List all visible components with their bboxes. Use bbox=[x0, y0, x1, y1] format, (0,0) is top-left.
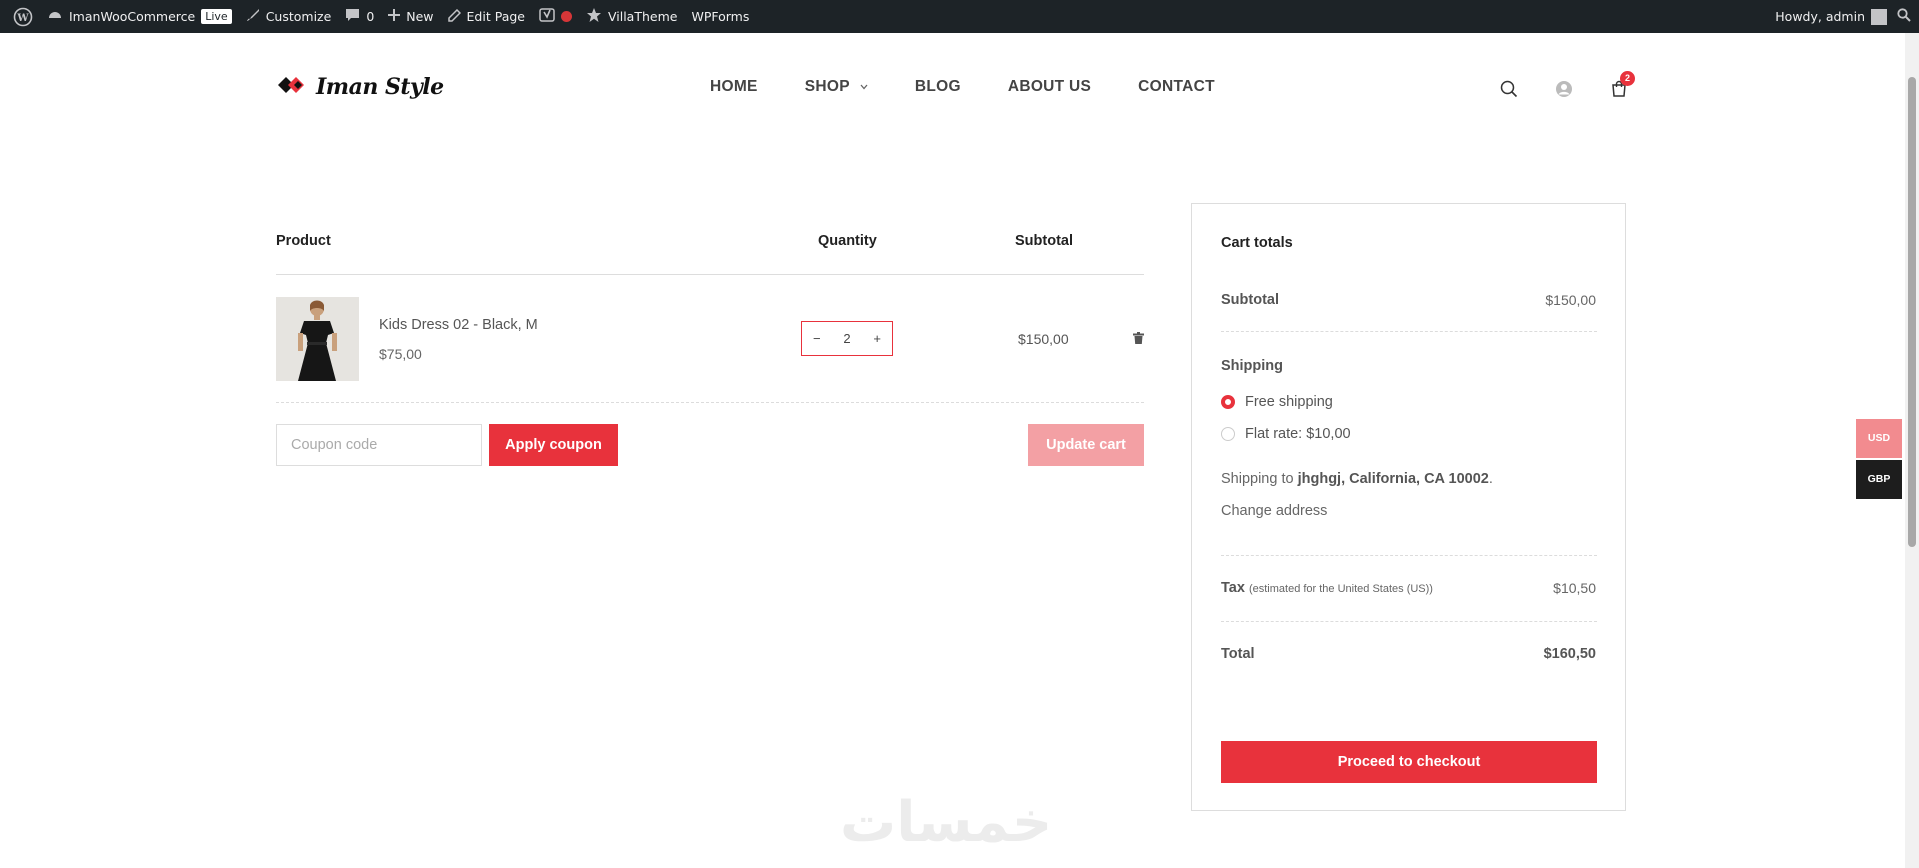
tax-note: (estimated for the United States (US)) bbox=[1248, 583, 1433, 595]
total-label: Total bbox=[1221, 646, 1255, 662]
apply-coupon-button[interactable]: Apply coupon bbox=[489, 424, 618, 466]
product-name-link[interactable]: Kids Dress 02 - Black, M bbox=[379, 317, 538, 333]
header-icons: 2 bbox=[1500, 71, 1635, 103]
mini-cart[interactable]: 2 bbox=[1610, 71, 1635, 103]
site-name-link[interactable]: ImanWooCommerce Live bbox=[40, 0, 239, 33]
admin-avatar bbox=[1871, 8, 1887, 25]
customize-link[interactable]: Customize bbox=[239, 0, 339, 33]
account-menu[interactable]: Howdy, admin bbox=[1775, 0, 1887, 33]
edit-page-label: Edit Page bbox=[466, 9, 525, 24]
seo-status-dot bbox=[560, 11, 572, 22]
shipping-to-suffix: . bbox=[1488, 471, 1493, 487]
cart-totals-title: Cart totals bbox=[1221, 235, 1293, 251]
free-shipping-label: Free shipping bbox=[1245, 394, 1333, 410]
column-header-quantity: Quantity bbox=[818, 233, 877, 249]
new-content-link[interactable]: New bbox=[381, 0, 440, 33]
search-icon[interactable] bbox=[1500, 80, 1518, 103]
live-badge: Live bbox=[201, 9, 232, 24]
nav-item-contact[interactable]: CONTACT bbox=[1138, 78, 1215, 96]
column-header-subtotal: Subtotal bbox=[1015, 233, 1073, 249]
tax-value: $10,50 bbox=[1553, 580, 1596, 596]
nav-item-about[interactable]: ABOUT US bbox=[1008, 78, 1091, 96]
account-icon[interactable] bbox=[1555, 80, 1573, 103]
main-navigation: HOME SHOP BLOG ABOUT US CONTACT bbox=[710, 78, 1215, 96]
quantity-stepper: − 2 + bbox=[801, 321, 893, 356]
shipping-option-free[interactable]: Free shipping bbox=[1221, 394, 1333, 410]
currency-gbp-button[interactable]: GBP bbox=[1856, 460, 1902, 499]
update-cart-button[interactable]: Update cart bbox=[1028, 424, 1144, 466]
shopping-bag-icon bbox=[1610, 80, 1628, 102]
wpforms-link[interactable]: WPForms bbox=[684, 0, 756, 33]
edit-page-link[interactable]: Edit Page bbox=[441, 0, 532, 33]
quantity-value[interactable]: 2 bbox=[843, 331, 850, 346]
site-name: ImanWooCommerce bbox=[69, 9, 196, 24]
totals-divider bbox=[1221, 621, 1597, 622]
khamsat-watermark: خمسات bbox=[840, 790, 1052, 855]
customize-label: Customize bbox=[265, 9, 332, 24]
comments-count: 0 bbox=[366, 9, 375, 24]
yoast-icon bbox=[539, 7, 555, 26]
comments-link[interactable]: 0 bbox=[338, 0, 381, 33]
howdy-label: Howdy, admin bbox=[1775, 9, 1865, 24]
yoast-menu[interactable] bbox=[532, 0, 579, 33]
wpforms-label: WPForms bbox=[691, 9, 750, 24]
shipping-option-flat[interactable]: Flat rate: $10,00 bbox=[1221, 426, 1351, 442]
tax-label: Tax bbox=[1221, 580, 1245, 596]
quantity-decrease-button[interactable]: − bbox=[813, 331, 821, 346]
admin-search-icon[interactable] bbox=[1897, 8, 1911, 25]
tax-label-group: Tax (estimated for the United States (US… bbox=[1221, 580, 1433, 596]
flat-rate-label: Flat rate: $10,00 bbox=[1245, 426, 1351, 442]
nav-item-home[interactable]: HOME bbox=[710, 78, 758, 96]
totals-divider bbox=[1221, 331, 1597, 332]
column-header-product: Product bbox=[276, 233, 331, 249]
remove-item-trash-icon[interactable] bbox=[1133, 331, 1144, 349]
totals-subtotal-value: $150,00 bbox=[1545, 292, 1596, 308]
svg-text:W: W bbox=[16, 13, 29, 24]
star-icon bbox=[586, 7, 602, 26]
nav-item-shop-label: SHOP bbox=[804, 78, 850, 95]
coupon-code-input[interactable] bbox=[276, 424, 482, 466]
villatheme-link[interactable]: VillaTheme bbox=[579, 0, 684, 33]
pencil-icon bbox=[447, 8, 461, 25]
radio-flat-rate[interactable] bbox=[1221, 427, 1235, 441]
wordpress-logo-icon[interactable]: W bbox=[6, 0, 40, 33]
shipping-destination: Shipping to jhghgj, California, CA 10002… bbox=[1221, 471, 1493, 487]
nav-item-shop[interactable]: SHOP bbox=[805, 78, 868, 96]
currency-usd-button[interactable]: USD bbox=[1856, 419, 1902, 458]
plus-icon bbox=[388, 9, 401, 24]
dashboard-icon bbox=[47, 7, 63, 26]
logo-text: Iman Style bbox=[316, 74, 444, 100]
shipping-to-address: jhghgj, California, CA 10002 bbox=[1297, 471, 1489, 487]
product-price: $75,00 bbox=[379, 346, 422, 362]
shipping-label: Shipping bbox=[1221, 358, 1284, 374]
admin-bar: W ImanWooCommerce Live Customize 0 New E… bbox=[0, 0, 1919, 33]
scrollbar-thumb[interactable] bbox=[1908, 77, 1916, 547]
shipping-to-prefix: Shipping to bbox=[1221, 471, 1294, 487]
item-row-divider bbox=[276, 402, 1144, 403]
villatheme-label: VillaTheme bbox=[607, 9, 678, 24]
site-logo[interactable]: Iman Style bbox=[276, 74, 444, 100]
page-scrollbar[interactable] bbox=[1905, 33, 1919, 868]
totals-subtotal-label: Subtotal bbox=[1221, 292, 1279, 308]
change-address-link[interactable]: Change address bbox=[1221, 503, 1327, 519]
radio-free-shipping[interactable] bbox=[1221, 395, 1235, 409]
totals-divider bbox=[1221, 555, 1597, 556]
quantity-increase-button[interactable]: + bbox=[873, 331, 881, 346]
logo-mark-icon bbox=[276, 75, 310, 100]
nav-item-blog[interactable]: BLOG bbox=[915, 78, 961, 96]
chevron-down-icon bbox=[860, 82, 868, 92]
comment-icon bbox=[345, 8, 360, 25]
total-value: $160,50 bbox=[1543, 646, 1596, 662]
product-thumbnail[interactable] bbox=[276, 297, 359, 381]
new-label: New bbox=[406, 9, 434, 24]
cart-totals-panel: Cart totals Subtotal $150,00 Shipping Fr… bbox=[1191, 203, 1626, 811]
line-subtotal: $150,00 bbox=[1018, 331, 1069, 347]
watermark-text: خمسات bbox=[840, 790, 1053, 855]
brush-icon bbox=[246, 8, 260, 25]
table-header-divider bbox=[276, 274, 1144, 275]
proceed-to-checkout-button[interactable]: Proceed to checkout bbox=[1221, 741, 1597, 783]
cart-count-badge: 2 bbox=[1620, 71, 1635, 86]
